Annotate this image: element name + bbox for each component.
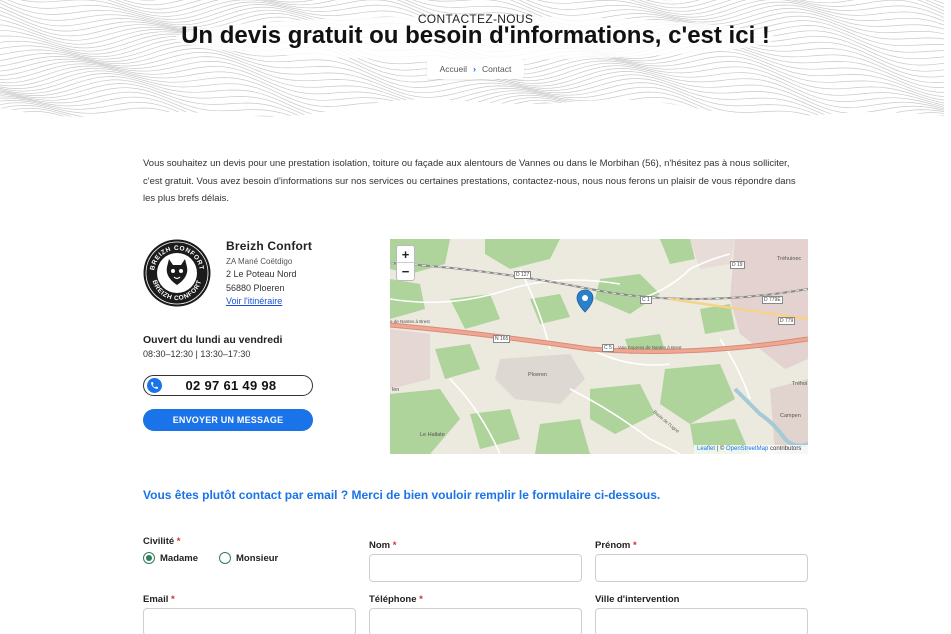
breadcrumb-current: Contact [482, 64, 512, 74]
opening-hours: 08:30–12:30 | 13:30–17:30 [143, 349, 251, 359]
prenom-input[interactable] [595, 554, 808, 582]
breadcrumb: Accueil › Contact [427, 59, 524, 79]
send-message-button[interactable]: ENVOYER UN MESSAGE [143, 409, 313, 431]
required-mark: * [171, 594, 175, 605]
map-attribution: Leaflet | © OpenStreetMap contributors [694, 445, 808, 454]
openstreetmap-link[interactable]: OpenStreetMap [726, 446, 768, 452]
prenom-label: Prénom * [595, 540, 637, 551]
map-label-hallate: Le Hallate [420, 432, 445, 438]
attribution-separator: | © [715, 446, 726, 452]
civilite-label-text: Civilité [143, 536, 175, 547]
road-tag-d779: D 779 [778, 317, 796, 325]
breadcrumb-home-link[interactable]: Accueil [440, 64, 467, 74]
nom-label: Nom * [369, 540, 396, 551]
required-mark: * [176, 536, 181, 547]
radio-monsieur[interactable]: Monsieur [219, 552, 278, 564]
required-mark: * [419, 594, 423, 605]
prenom-label-text: Prénom [595, 540, 631, 551]
map-label-len: len [392, 387, 400, 393]
telephone-input[interactable] [369, 608, 582, 634]
map-label-trehuinec: Tréhuinec [777, 256, 802, 262]
email-label: Email * [143, 594, 175, 605]
map-label-voie-express: Voie Express de Nantes à Brest [618, 345, 682, 350]
map-label-campen: Campen [780, 413, 801, 419]
zoom-out-button[interactable]: − [397, 263, 414, 280]
map-zoom-control: + − [396, 245, 415, 281]
leaflet-link[interactable]: Leaflet [697, 446, 715, 452]
attribution-contributors: contributors [768, 446, 802, 452]
required-mark: * [392, 540, 397, 551]
company-logo: BREIZH CONFORT BREIZH CONFORT [143, 239, 211, 307]
location-map[interactable]: Tréhuinec Ploeren Le Hallate Campen len … [390, 239, 808, 454]
telephone-label: Téléphone * [369, 594, 423, 605]
road-tag-n165: N 165 [493, 335, 511, 343]
itinerary-link[interactable]: Voir l'itinéraire [226, 296, 282, 306]
intro-text: Vous souhaitez un devis pour une prestat… [143, 158, 796, 204]
company-name: Breizh Confort [226, 239, 313, 253]
phone-icon [147, 378, 162, 393]
map-label-nantes-left: e de Nantes à Brest [390, 319, 430, 324]
page-header: CONTACTEZ-NOUS Un devis gratuit ou besoi… [0, 0, 951, 125]
radio-monsieur-label: Monsieur [236, 552, 279, 564]
email-input[interactable] [143, 608, 356, 634]
form-intro: Vous êtes plutôt contact par email ? Mer… [143, 488, 661, 502]
telephone-label-text: Téléphone [369, 594, 417, 605]
ville-label: Ville d'intervention [595, 594, 680, 605]
email-label-text: Email [143, 594, 169, 605]
phone-button[interactable]: 02 97 61 49 98 [143, 375, 313, 396]
page-title: Un devis gratuit ou besoin d'information… [181, 22, 770, 49]
civilite-label: Civilité * [143, 536, 181, 547]
road-tag-d127: D 127 [514, 271, 532, 279]
address-line-3: 56880 Ploeren [226, 283, 285, 293]
radio-madame-label: Madame [160, 552, 199, 564]
map-label-treho: Tréhoi [792, 381, 808, 387]
radio-unchecked-icon [219, 552, 231, 564]
radio-checked-icon [143, 552, 155, 564]
map-tiles [390, 239, 808, 454]
nom-label-text: Nom [369, 540, 391, 551]
required-mark: * [633, 540, 637, 551]
road-tag-d779e: D 779E [762, 296, 783, 304]
nom-input[interactable] [369, 554, 582, 582]
road-tag-c1: C 1 [640, 296, 652, 304]
address-line-1: ZA Mané Coëtdigo [226, 257, 293, 266]
ville-input[interactable] [595, 608, 808, 634]
opening-days: Ouvert du lundi au vendredi [143, 334, 283, 346]
phone-number: 02 97 61 49 98 [185, 378, 277, 393]
address-line-2: 2 Le Poteau Nord [226, 269, 297, 279]
map-label-ploeren: Ploeren [528, 372, 547, 378]
road-tag-d19: D 19 [730, 261, 745, 269]
breadcrumb-separator-icon: › [473, 64, 477, 74]
road-tag-c5: C 5 [602, 344, 614, 352]
radio-madame[interactable]: Madame [143, 552, 198, 564]
zoom-in-button[interactable]: + [397, 246, 414, 263]
